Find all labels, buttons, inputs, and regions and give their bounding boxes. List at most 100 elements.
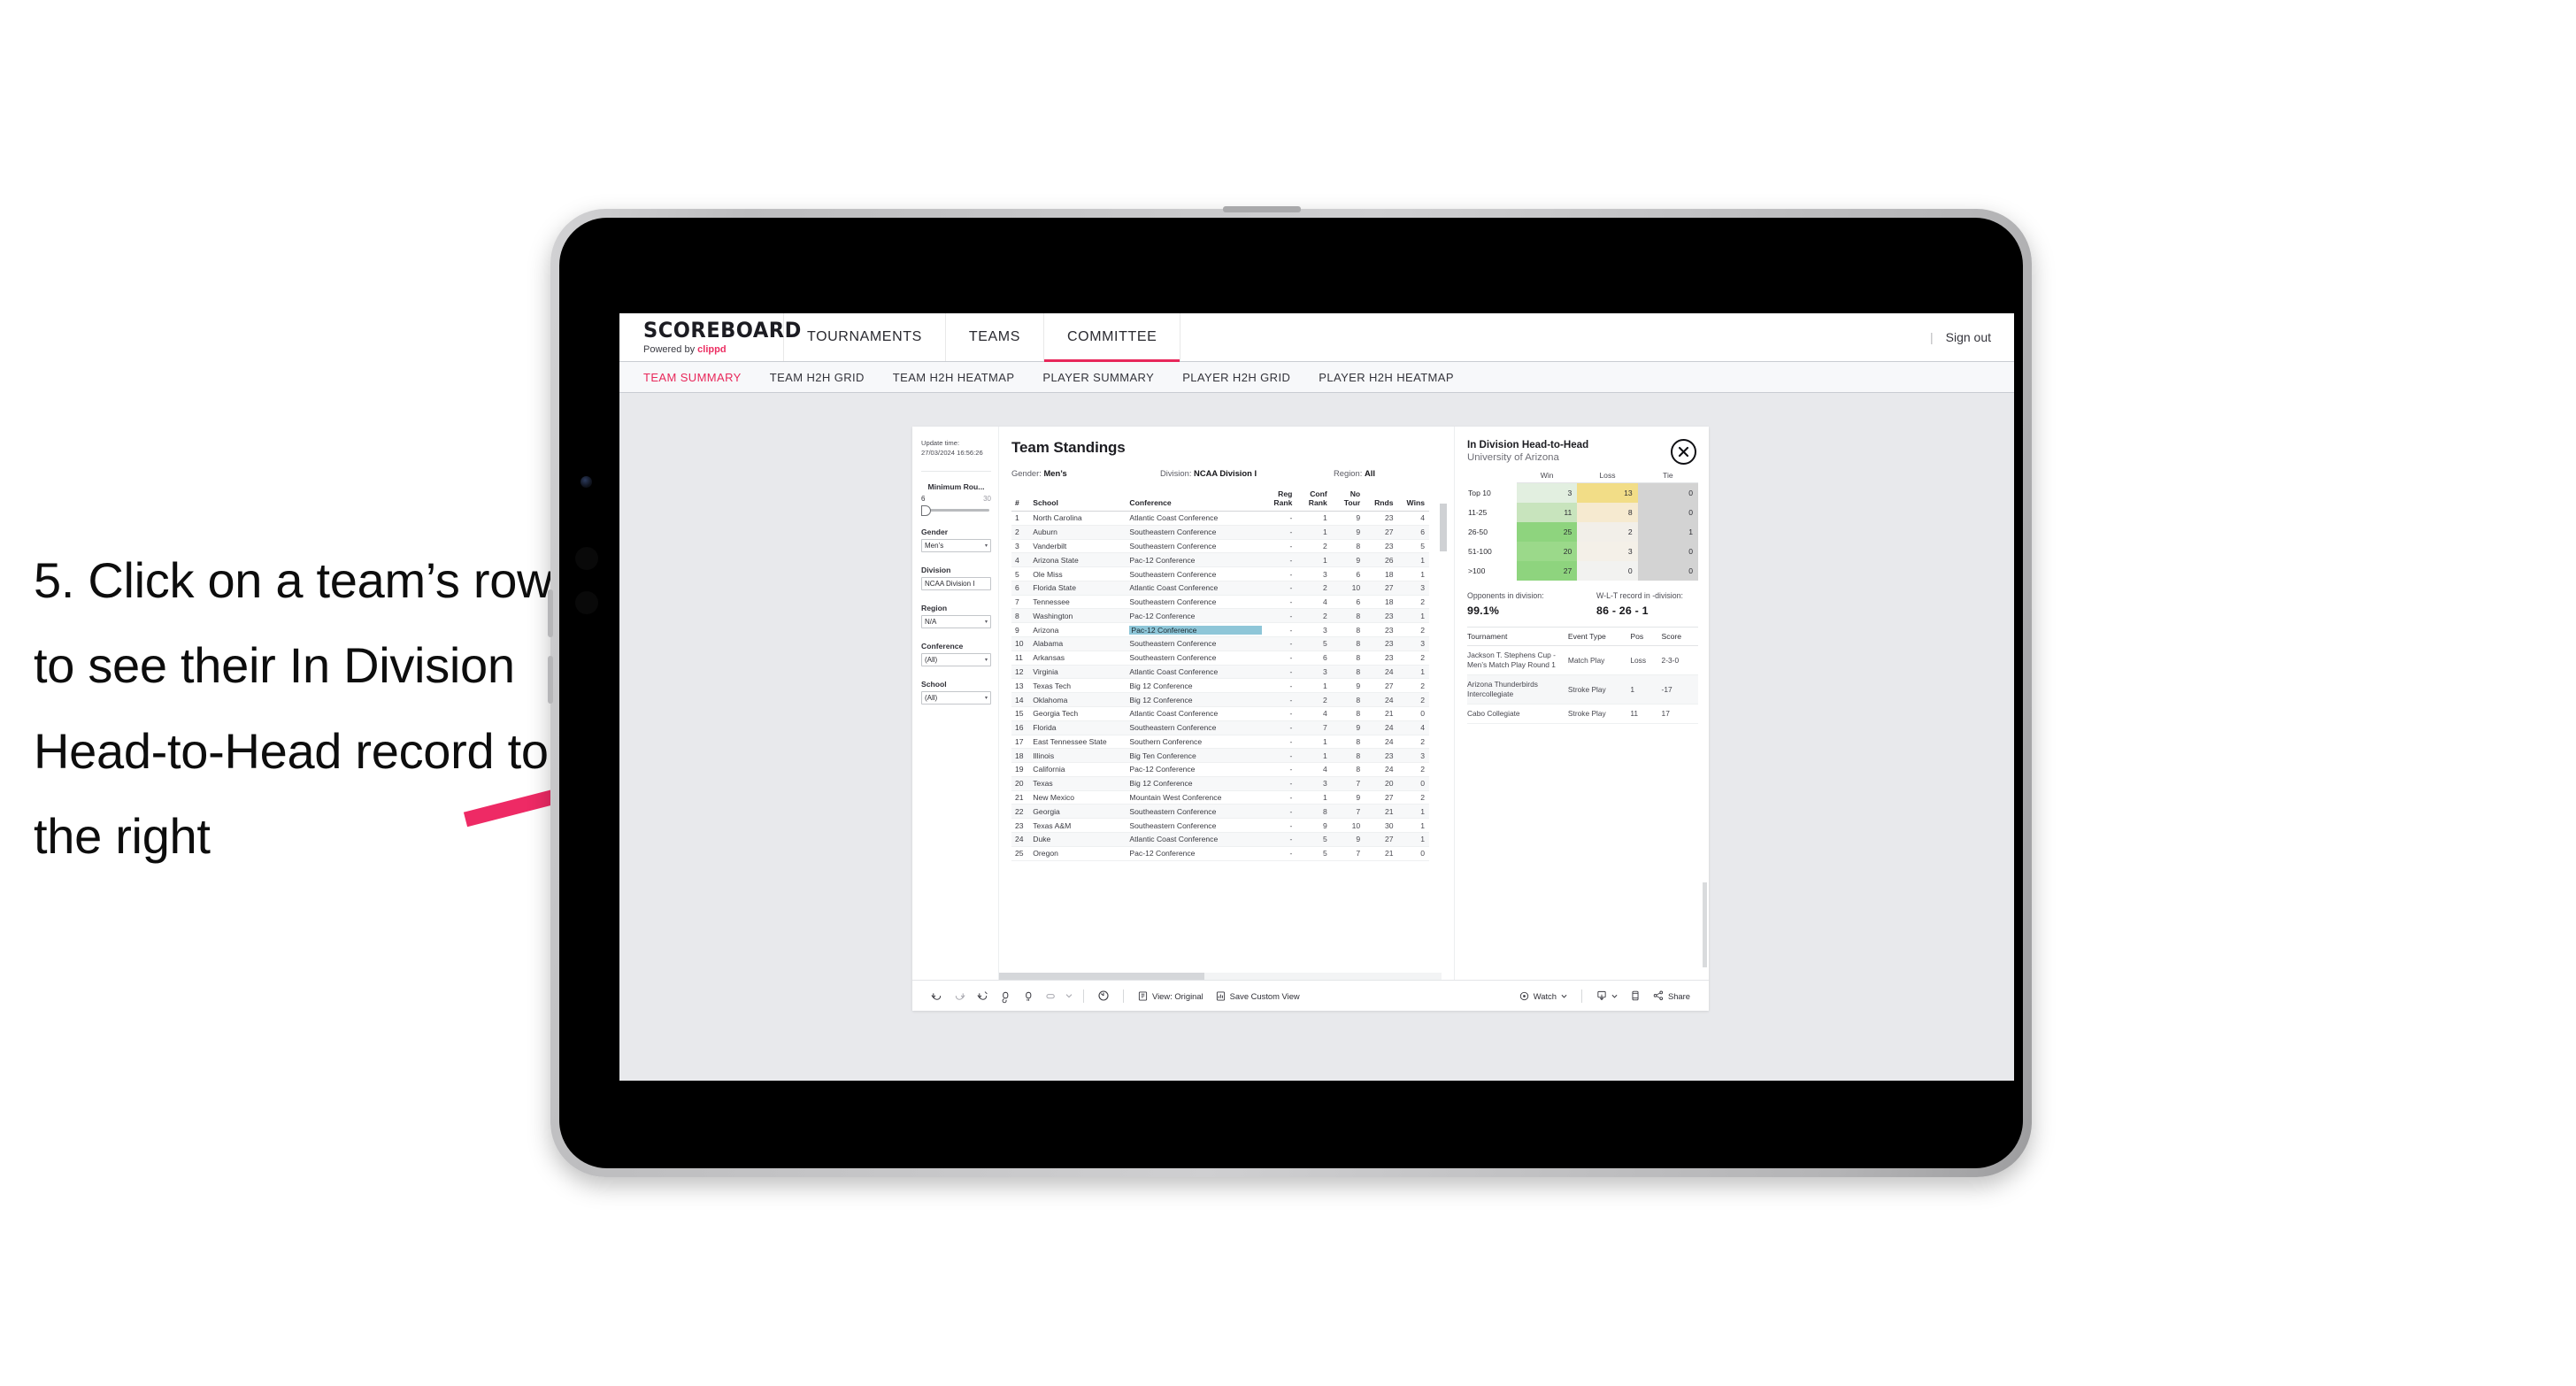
col-rank[interactable]: # [1011, 489, 1034, 512]
volume-up-button[interactable] [548, 589, 553, 637]
table-row[interactable]: 1 North Carolina Atlantic Coast Conference… [1011, 511, 1429, 526]
h2h-cell[interactable]: 3 [1517, 482, 1578, 503]
h2h-cell[interactable]: 27 [1517, 561, 1578, 581]
view-original-button[interactable]: View: Original [1132, 991, 1210, 1001]
h2h-cell[interactable]: 8 [1577, 503, 1638, 522]
filter-school-select[interactable]: (All) ▾ [921, 691, 991, 705]
table-row[interactable]: 6 Florida State Atlantic Coast Conference -… [1011, 581, 1429, 596]
table-row[interactable]: 5 Ole Miss Southeastern Conference -3 6 18 1 [1011, 566, 1429, 581]
power-button[interactable] [1223, 206, 1301, 212]
nav-tab-tournaments[interactable]: TOURNAMENTS [784, 313, 946, 361]
h2h-cell[interactable]: 0 [1637, 482, 1698, 503]
h2h-cell[interactable]: 13 [1577, 482, 1638, 503]
table-row[interactable]: 4 Arizona State Pac-12 Conference -1 9 26 1 [1011, 552, 1429, 568]
nav-tab-teams[interactable]: TEAMS [946, 313, 1044, 361]
watch-button[interactable]: Watch [1513, 991, 1573, 1001]
close-icon[interactable] [1671, 439, 1696, 465]
h2h-cell[interactable]: 3 [1577, 542, 1638, 561]
col-wins[interactable]: Wins [1397, 489, 1429, 512]
subtab-team-summary[interactable]: TEAM SUMMARY [643, 371, 770, 384]
table-row[interactable]: 10 Alabama Southeastern Conference -5 8 23 3 [1011, 636, 1429, 651]
h2h-cell[interactable]: 20 [1517, 542, 1578, 561]
table-row[interactable]: 18 Illinois Big Ten Conference -1 8 23 3 [1011, 748, 1429, 764]
table-row[interactable]: 14 Oklahoma Big 12 Conference -2 8 24 2 [1011, 692, 1429, 707]
slider-handle[interactable] [921, 505, 931, 516]
col-no-tour[interactable]: No Tour [1331, 489, 1365, 512]
cell-reg-rank: - [1261, 706, 1297, 721]
subtab-player-summary[interactable]: PLAYER SUMMARY [1042, 371, 1182, 384]
nav-tab-committee[interactable]: COMMITTEE [1044, 313, 1181, 362]
table-row[interactable]: 22 Georgia Southeastern Conference -8 7 21 1 [1011, 804, 1429, 820]
subtab-player-h2h-heatmap[interactable]: PLAYER H2H HEATMAP [1319, 371, 1482, 384]
undo-icon[interactable] [925, 984, 948, 1007]
tournament-row[interactable]: Cabo Collegiate Stroke Play 11 17 [1467, 704, 1698, 725]
minimum-rounds-slider[interactable] [921, 505, 991, 516]
filter-division-select[interactable]: NCAA Division I [921, 577, 991, 590]
table-row[interactable]: 20 Texas Big 12 Conference -3 7 20 0 [1011, 776, 1429, 791]
table-row[interactable]: 11 Arkansas Southeastern Conference -6 8 23 2 [1011, 651, 1429, 666]
volume-down-button[interactable] [548, 656, 553, 704]
h2h-cell[interactable]: 0 [1577, 561, 1638, 581]
tournament-row[interactable]: Jackson T. Stephens Cup - Men’s Match Pl… [1467, 645, 1698, 676]
cell-pos: Loss [1630, 645, 1662, 676]
table-row[interactable]: 3 Vanderbilt Southeastern Conference -2 8 23 5 [1011, 539, 1429, 554]
table-row[interactable]: 25 Oregon Pac-12 Conference -5 7 21 0 [1011, 846, 1429, 861]
h2h-cell[interactable]: 11 [1517, 503, 1578, 522]
cell-wins: 2 [1397, 762, 1429, 777]
h2h-cell[interactable]: 0 [1637, 561, 1698, 581]
sign-out-link[interactable]: Sign out [1946, 330, 1991, 344]
highlight-icon[interactable] [1040, 984, 1063, 1007]
subtab-player-h2h-grid[interactable]: PLAYER H2H GRID [1182, 371, 1319, 384]
table-horizontal-scrollbar-thumb[interactable] [999, 973, 1204, 980]
tcol-pos[interactable]: Pos [1630, 627, 1662, 646]
download-button[interactable] [1590, 990, 1624, 1001]
table-row[interactable]: 9 Arizona Pac-12 Conference -3 8 23 2 [1011, 622, 1429, 638]
filter-gender-select[interactable]: Men’s ▾ [921, 539, 991, 552]
h2h-cell[interactable]: 1 [1637, 522, 1698, 542]
share-button[interactable]: Share [1647, 990, 1696, 1001]
h2h-cell[interactable]: 0 [1637, 503, 1698, 522]
refresh-icon[interactable] [994, 984, 1017, 1007]
device-layout-button[interactable] [1624, 990, 1647, 1001]
cell-no-tour: 7 [1331, 776, 1365, 791]
table-row[interactable]: 23 Texas A&M Southeastern Conference -9 10 30… [1011, 818, 1429, 833]
tcol-event-type[interactable]: Event Type [1567, 627, 1631, 646]
table-row[interactable]: 2 Auburn Southeastern Conference -1 9 27 6 [1011, 525, 1429, 540]
table-row[interactable]: 15 Georgia Tech Atlantic Coast Conference -… [1011, 706, 1429, 721]
col-reg-rank[interactable]: Reg Rank [1261, 489, 1297, 512]
subtab-team-h2h-heatmap[interactable]: TEAM H2H HEATMAP [893, 371, 1043, 384]
filter-conference-select[interactable]: (All) ▾ [921, 653, 991, 666]
tcol-tournament[interactable]: Tournament [1467, 627, 1568, 646]
redo-icon[interactable] [948, 984, 971, 1007]
col-rnds[interactable]: Rnds [1365, 489, 1398, 512]
save-custom-view-button[interactable]: Save Custom View [1210, 991, 1306, 1001]
h2h-cell[interactable]: 25 [1517, 522, 1578, 542]
table-vertical-scrollbar[interactable] [1440, 504, 1447, 551]
table-row[interactable]: 17 East Tennessee State Southern Conferenc… [1011, 735, 1429, 750]
table-row[interactable]: 12 Virginia Atlantic Coast Conference -3 8 24… [1011, 665, 1429, 680]
table-row[interactable]: 7 Tennessee Southeastern Conference -4 6 18 2 [1011, 595, 1429, 610]
table-horizontal-scrollbar-track[interactable] [999, 973, 1442, 980]
table-row[interactable]: 24 Duke Atlantic Coast Conference -5 9 27 1 [1011, 832, 1429, 847]
h2h-cell[interactable]: 2 [1577, 522, 1638, 542]
table-row[interactable]: 13 Texas Tech Big 12 Conference -1 9 27 2 [1011, 678, 1429, 694]
revert-icon[interactable] [971, 984, 994, 1007]
pause-playback-icon[interactable] [1092, 984, 1115, 1007]
tcol-score[interactable]: Score [1661, 627, 1698, 646]
col-school[interactable]: School [1033, 489, 1130, 512]
table-row[interactable]: 19 California Pac-12 Conference -4 8 24 2 [1011, 762, 1429, 777]
table-row[interactable]: 16 Florida Southeastern Conference -7 9 24 4 [1011, 720, 1429, 735]
col-conference[interactable]: Conference [1129, 489, 1262, 512]
pause-icon[interactable] [1017, 984, 1040, 1007]
cell-wins: 1 [1397, 665, 1429, 680]
h2h-cell[interactable]: 0 [1637, 542, 1698, 561]
chevron-down-icon[interactable] [1063, 984, 1075, 1007]
tournament-row[interactable]: Arizona Thunderbirds Intercollegiate Stro… [1467, 674, 1698, 705]
tournaments-scrollbar[interactable] [1703, 882, 1707, 967]
table-row[interactable]: 8 Washington Pac-12 Conference -2 8 23 1 [1011, 608, 1429, 624]
brand-logo[interactable]: SCOREBOARD Powered by clippd [619, 313, 801, 361]
subtab-team-h2h-grid[interactable]: TEAM H2H GRID [770, 371, 893, 384]
table-row[interactable]: 21 New Mexico Mountain West Conference -1 9 2… [1011, 790, 1429, 805]
col-conf-rank[interactable]: Conf Rank [1296, 489, 1332, 512]
filter-region-select[interactable]: N/A ▾ [921, 615, 991, 628]
